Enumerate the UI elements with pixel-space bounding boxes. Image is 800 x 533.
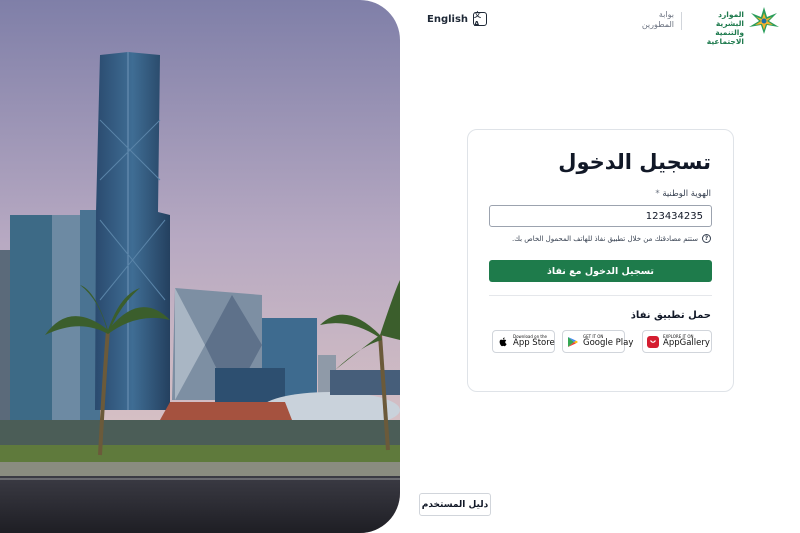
app-store-name: App Store — [513, 338, 555, 349]
app-store-badge[interactable]: Download on the App Store — [492, 330, 555, 353]
google-play-name: Google Play — [583, 338, 634, 349]
huawei-appgallery-icon — [647, 335, 659, 348]
login-with-nafath-button[interactable]: تسجيل الدخول مع نفاذ — [489, 260, 712, 282]
national-id-input[interactable] — [489, 205, 712, 227]
national-id-label-text: الهوية الوطنية — [662, 189, 711, 199]
appgallery-name: AppGallery — [663, 338, 710, 349]
user-guide-button[interactable]: دليل المستخدم — [419, 493, 491, 516]
login-card: تسجيل الدخول الهوية الوطنية * ? ستتم مصا… — [467, 129, 734, 392]
hero-image — [0, 0, 400, 533]
ministry-star-logo — [749, 7, 779, 34]
required-mark: * — [655, 189, 660, 199]
google-play-icon — [568, 336, 578, 347]
national-id-label: الهوية الوطنية * — [655, 189, 711, 199]
auth-hint-text: ستتم مصادقتك من خلال تطبيق نفاذ للهاتف ا… — [511, 234, 698, 243]
language-switch[interactable]: English 文A — [427, 11, 488, 28]
auth-hint: ? ستتم مصادقتك من خلال تطبيق نفاذ للهاتف… — [512, 234, 711, 243]
skyline-illustration — [0, 0, 400, 533]
translate-icon: 文A — [473, 11, 488, 28]
developer-portal-label: بوابة المطورين — [641, 10, 674, 29]
appgallery-badge[interactable]: EXPLORE IT ON AppGallery — [642, 330, 712, 353]
page-title: تسجيل الدخول — [558, 150, 711, 174]
ministry-name: الموارد البشرية والتنمية الاجتماعية — [706, 10, 744, 46]
language-label: English — [427, 13, 469, 25]
header-divider — [681, 12, 682, 30]
download-app-title: حمل تطبيق نفاذ — [630, 310, 711, 321]
google-play-badge[interactable]: GET IT ON Google Play — [562, 330, 633, 353]
section-divider — [489, 295, 712, 296]
question-circle-icon: ? — [702, 234, 711, 243]
apple-icon — [499, 337, 507, 346]
